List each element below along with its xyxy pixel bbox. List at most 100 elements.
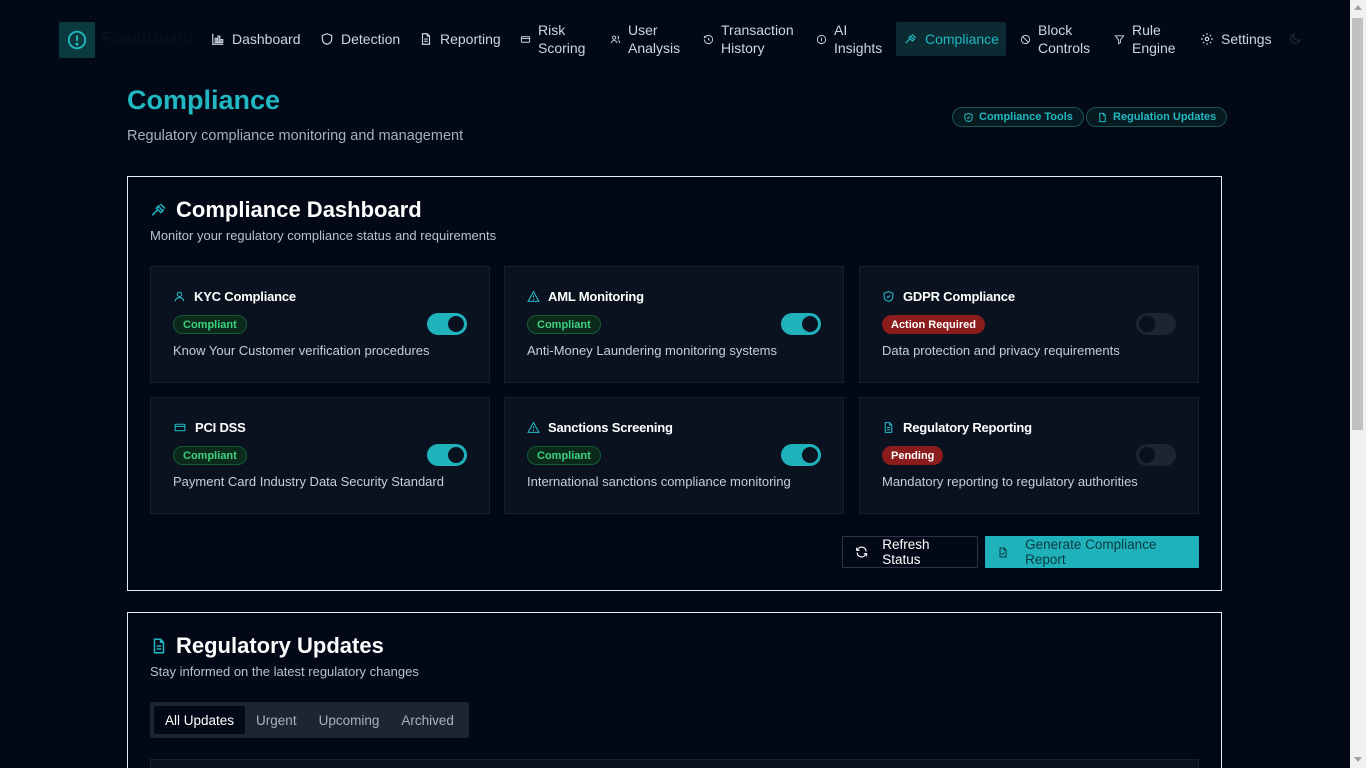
- top-navbar: FraudGuard Dashboard Detection Reporting…: [0, 0, 1350, 78]
- compliance-dashboard-title: Compliance Dashboard: [150, 197, 422, 223]
- regulatory-updates-description: Stay informed on the latest regulatory c…: [150, 664, 419, 679]
- compliance-item-title: KYC Compliance: [194, 289, 296, 304]
- nav-label: Risk Scoring: [538, 22, 586, 56]
- compliance-item-sanctions: Sanctions Screening Compliant Internatio…: [504, 397, 844, 514]
- regulation-updates-badge[interactable]: Regulation Updates: [1086, 107, 1228, 127]
- compliance-item-title: GDPR Compliance: [903, 289, 1015, 304]
- page-subtitle: Regulatory compliance monitoring and man…: [127, 128, 464, 144]
- compliance-item-title: PCI DSS: [195, 420, 246, 435]
- refresh-icon: [856, 546, 868, 558]
- scrollbar-thumb[interactable]: [1352, 18, 1363, 430]
- filter-icon: [1114, 34, 1125, 44]
- nav-item-reporting[interactable]: Reporting: [411, 22, 509, 56]
- status-badge: Compliant: [527, 446, 601, 465]
- users-icon: [610, 35, 621, 43]
- nav-item-compliance[interactable]: Compliance: [896, 22, 1006, 56]
- gdpr-toggle[interactable]: [1136, 313, 1176, 335]
- regulation-updates-label: Regulation Updates: [1113, 111, 1217, 123]
- logo-icon[interactable]: [59, 22, 95, 58]
- compliance-dashboard-description: Monitor your regulatory compliance statu…: [150, 228, 497, 243]
- nav-item-risk-scoring[interactable]: Risk Scoring: [512, 22, 592, 56]
- pci-dss-toggle[interactable]: [427, 444, 467, 466]
- logo-text[interactable]: FraudGuard: [102, 30, 194, 48]
- file-text-icon: [884, 422, 893, 433]
- nav-item-detection[interactable]: Detection: [312, 22, 408, 56]
- compliance-item-kyc: KYC Compliance Compliant Know Your Custo…: [150, 266, 490, 383]
- shield-check-icon: [883, 291, 894, 302]
- scroll-up-arrow-icon[interactable]: [1354, 5, 1362, 10]
- regulatory-updates-card: Regulatory Updates Stay informed on the …: [127, 612, 1222, 768]
- compliance-item-regulatory-reporting: Regulatory Reporting Pending Mandatory r…: [859, 397, 1199, 514]
- credit-card-icon: [174, 423, 186, 432]
- file-text-icon: [153, 638, 165, 654]
- moon-icon[interactable]: [1288, 32, 1302, 46]
- compliance-item-description: Anti-Money Laundering monitoring systems: [527, 343, 778, 358]
- compliance-item-pci-dss: PCI DSS Compliant Payment Card Industry …: [150, 397, 490, 514]
- aml-toggle[interactable]: [781, 313, 821, 335]
- alert-triangle-icon: [527, 421, 540, 433]
- alert-triangle-icon: [527, 290, 540, 302]
- nav-label: User Analysis: [628, 22, 681, 56]
- compliance-item-title: Regulatory Reporting: [903, 420, 1032, 435]
- status-badge: Compliant: [173, 315, 247, 334]
- history-icon: [703, 34, 714, 44]
- compliance-item-aml: AML Monitoring Compliant Anti-Money Laun…: [504, 266, 844, 383]
- ban-icon: [1020, 34, 1031, 44]
- updates-list: [150, 759, 1199, 768]
- tab-upcoming[interactable]: Upcoming: [308, 706, 391, 734]
- nav-item-ai-insights[interactable]: AI Insights: [808, 22, 888, 56]
- status-badge: Compliant: [527, 315, 601, 334]
- gavel-icon: [151, 203, 166, 216]
- file-text-icon: [421, 33, 431, 45]
- page-title: Compliance: [127, 85, 281, 115]
- nav-label: Transaction History: [721, 22, 794, 56]
- compliance-item-title: AML Monitoring: [548, 289, 644, 304]
- compliance-item-description: Payment Card Industry Data Security Stan…: [173, 474, 444, 489]
- credit-card-icon: [520, 35, 531, 43]
- scroll-down-arrow-icon[interactable]: [1354, 757, 1362, 762]
- file-text-icon: [1099, 112, 1106, 122]
- nav-item-user-analysis[interactable]: User Analysis: [602, 22, 682, 56]
- nav-label: Detection: [341, 31, 401, 47]
- tab-all-updates[interactable]: All Updates: [154, 706, 246, 734]
- compliance-item-title: Sanctions Screening: [548, 420, 673, 435]
- refresh-status-button[interactable]: Refresh Status: [842, 536, 978, 568]
- status-badge: Compliant: [173, 446, 247, 465]
- kyc-toggle[interactable]: [427, 313, 467, 335]
- nav-label: Rule Engine: [1132, 22, 1176, 56]
- tab-urgent[interactable]: Urgent: [245, 706, 308, 734]
- tab-archived[interactable]: Archived: [390, 706, 465, 734]
- nav-label: Dashboard: [232, 31, 301, 47]
- compliance-item-gdpr: GDPR Compliance Action Required Data pro…: [859, 266, 1199, 383]
- nav-item-block-controls[interactable]: Block Controls: [1012, 22, 1102, 56]
- regulatory-reporting-toggle[interactable]: [1136, 444, 1176, 466]
- nav-label: Settings: [1221, 31, 1272, 47]
- nav-label: AI Insights: [834, 22, 883, 56]
- gear-icon: [1201, 33, 1213, 45]
- nav-item-dashboard[interactable]: Dashboard: [203, 22, 309, 56]
- gavel-icon: [905, 33, 917, 44]
- regulatory-updates-title: Regulatory Updates: [150, 633, 384, 659]
- compliance-item-description: Know Your Customer verification procedur…: [173, 343, 430, 358]
- shield-check-icon: [964, 112, 973, 122]
- nav-label: Block Controls: [1038, 22, 1091, 56]
- compliance-tools-label: Compliance Tools: [979, 111, 1073, 123]
- compliance-item-description: Data protection and privacy requirements: [882, 343, 1120, 358]
- compliance-item-description: Mandatory reporting to regulatory author…: [882, 474, 1138, 489]
- sanctions-toggle[interactable]: [781, 444, 821, 466]
- nav-item-rule-engine[interactable]: Rule Engine: [1106, 22, 1186, 56]
- compliance-item-description: International sanctions compliance monit…: [527, 474, 791, 489]
- user-icon: [174, 291, 185, 302]
- nav-label: Reporting: [440, 31, 501, 47]
- nav-item-transaction-history[interactable]: Transaction History: [695, 22, 795, 56]
- generate-report-button[interactable]: Generate Compliance Report: [985, 536, 1199, 568]
- compliance-tools-badge[interactable]: Compliance Tools: [952, 107, 1084, 127]
- compliance-dashboard-card: Compliance Dashboard Monitor your regula…: [127, 176, 1222, 591]
- status-badge: Action Required: [882, 315, 985, 334]
- shield-icon: [321, 33, 333, 45]
- updates-tabs: All Updates Urgent Upcoming Archived: [150, 702, 469, 738]
- nav-item-settings[interactable]: Settings: [1192, 22, 1280, 56]
- status-badge: Pending: [882, 446, 944, 465]
- nav-label: Compliance: [925, 31, 999, 47]
- refresh-status-label: Refresh Status: [882, 537, 930, 567]
